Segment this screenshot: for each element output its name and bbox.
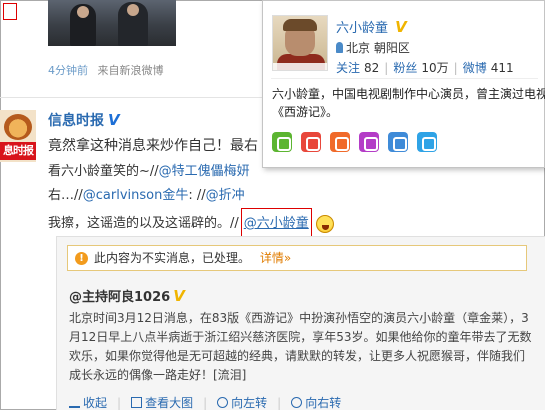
rotate-left-label[interactable]: 向左转 [231, 396, 267, 410]
card-location: 北京 朝阳区 [336, 39, 410, 56]
stat-following-value: 82 [364, 61, 380, 75]
quoted-author: @主持阿良1026 V [69, 286, 185, 305]
tv-icon[interactable] [359, 132, 379, 152]
forwarded-post: ! 此内容为不实消息，已处理。 详情» @主持阿良1026 V 北京时间3月12日… [56, 236, 545, 410]
notice-text: 此内容为不实消息，已处理。 [94, 251, 251, 265]
post-photo-thumbnail[interactable] [48, 0, 176, 46]
post-text-line: 看六小龄童笑的~//@特工傀儡梅妍 [48, 160, 250, 179]
avatar-label: 息时报 [0, 142, 36, 160]
post-text-line: 右…//@carlvinson金牛: //@折冲 [48, 184, 245, 203]
view-large-button[interactable]: 查看大图 [131, 396, 193, 410]
card-verified-icon: V [395, 18, 407, 36]
author-avatar[interactable]: 息时报 [0, 110, 36, 162]
post-text-line: 竟然拿这种消息来炒作自己！最右 [48, 135, 258, 155]
card-location-text: 北京 朝阳区 [346, 41, 410, 55]
post-source[interactable]: 来自新浪微博 [98, 64, 164, 77]
rotate-right-label[interactable]: 向右转 [305, 396, 341, 410]
card-description: 六小龄童，中国电视剧制作中心演员，曾主演过电视剧 《西游记》。 [272, 87, 545, 119]
stat-following-label[interactable]: 关注 [336, 61, 360, 75]
warning-icon: ! [75, 252, 88, 265]
collapse-button[interactable]: 收起 [69, 396, 107, 410]
hand-icon[interactable] [388, 132, 408, 152]
mention-link-liuxiaolingtong[interactable]: @六小龄童 [244, 216, 309, 231]
rotate-right-icon [291, 397, 303, 408]
post-time-link[interactable]: 4分钟前 [48, 64, 88, 77]
follow-icon[interactable] [272, 132, 292, 152]
fake-news-notice: ! 此内容为不实消息，已处理。 详情» [67, 245, 527, 271]
card-name-link[interactable]: 六小龄童 [336, 21, 388, 36]
stat-fans-label[interactable]: 粉丝 [393, 61, 417, 75]
card-stats: 关注 82 | 粉丝 10万 | 微博 411 [336, 61, 514, 75]
stat-weibo-value: 411 [490, 61, 514, 75]
highlighted-mention-box: @六小龄童 [240, 208, 312, 238]
quoted-body: 北京时间3月12日消息，在83版《西游记》中扮演孙悟空的演员六小龄童（章金莱），… [69, 311, 532, 382]
author-name[interactable]: 信息时报 V [48, 110, 120, 130]
post-text: : // [188, 188, 206, 203]
card-avatar[interactable] [272, 15, 328, 71]
mention-link[interactable]: @折冲 [206, 188, 245, 203]
collapse-label[interactable]: 收起 [83, 396, 107, 410]
profile-hover-card: 六小龄童 V 北京 朝阳区 关注 82 | 粉丝 10万 | 微博 411 六小龄童，中国电视… [262, 0, 545, 168]
stat-weibo-label[interactable]: 微博 [463, 61, 487, 75]
post-text: 竟然拿这种消息来炒作自己！最右 [48, 138, 258, 154]
magnify-icon [131, 397, 143, 408]
card-app-icons [272, 132, 446, 155]
highlight-box-small [3, 3, 17, 20]
author-name-text[interactable]: 信息时报 [48, 113, 104, 129]
rotate-right-button[interactable]: 向右转 [291, 396, 341, 410]
post-text: 右…// [48, 188, 83, 203]
post-meta: 4分钟前 来自新浪微博 [48, 62, 164, 78]
notice-detail-link[interactable]: 详情» [260, 251, 291, 265]
chat-icon[interactable] [417, 132, 437, 152]
post-text: 我擦，这谣造的以及这谣辟的。// [48, 216, 239, 231]
verified-badge-icon: V [108, 111, 120, 129]
card-divider [271, 78, 538, 79]
stat-fans-value: 10万 [421, 61, 449, 75]
post-text: 看六小龄童笑的~// [48, 164, 159, 179]
laugh-emoji-icon [315, 214, 334, 233]
quoted-author-link[interactable]: @主持阿良1026 [69, 290, 170, 305]
location-pin-icon [336, 42, 343, 53]
view-large-label[interactable]: 查看大图 [145, 396, 193, 410]
card-name: 六小龄童 V [336, 17, 407, 36]
collapse-icon [69, 397, 80, 408]
rotate-left-icon [217, 397, 229, 408]
rotate-left-button[interactable]: 向左转 [217, 396, 267, 410]
verified-badge-gold-icon: V [173, 287, 185, 305]
down-icon[interactable] [330, 132, 350, 152]
mention-link[interactable]: @特工傀儡梅妍 [159, 164, 250, 179]
lion-logo-icon [4, 114, 32, 140]
mention-link[interactable]: @carlvinson金牛 [83, 188, 189, 203]
gift-icon[interactable] [301, 132, 321, 152]
image-actions: 收起 | 查看大图 | 向左转 | 向右转 [69, 394, 351, 410]
post-text-line: 我擦，这谣造的以及这谣辟的。// @六小龄童 [48, 208, 334, 238]
